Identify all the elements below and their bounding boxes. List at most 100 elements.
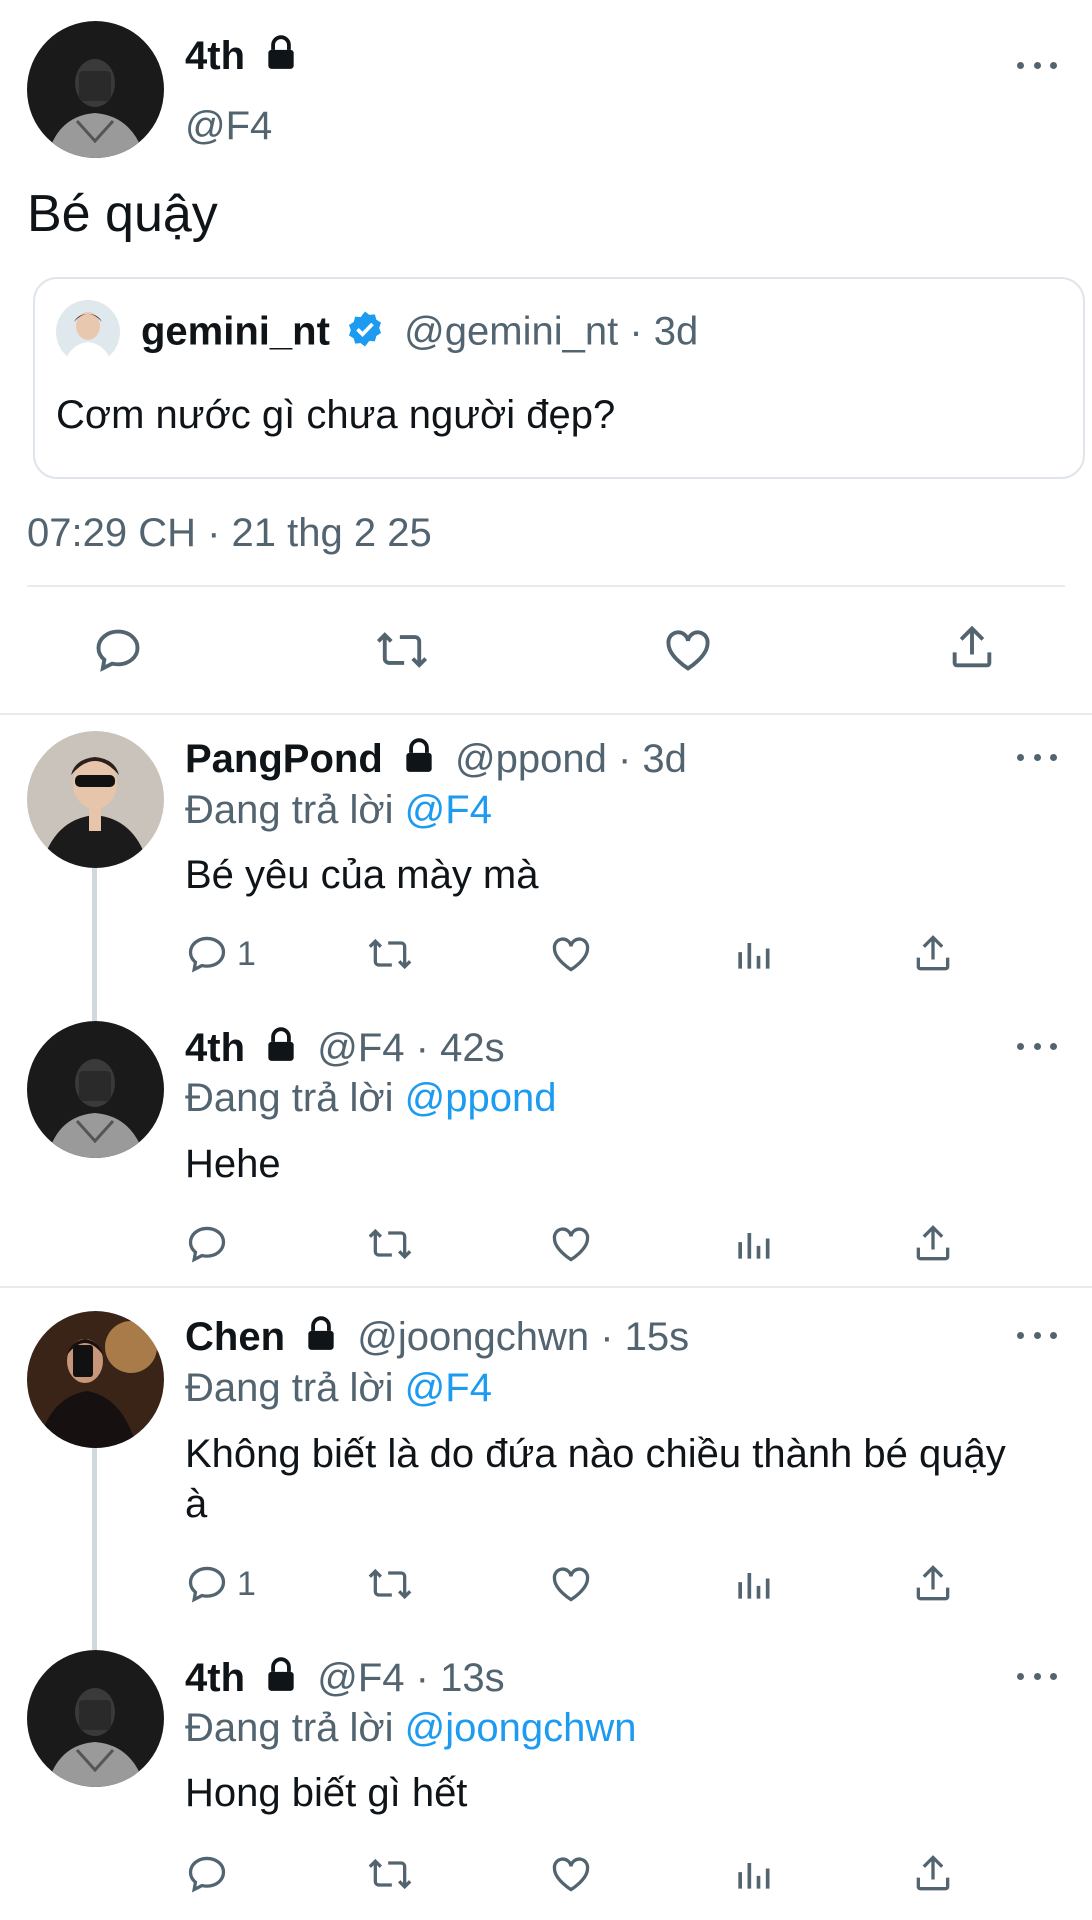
quote-author-row: gemini_nt @gemini_nt · 3d (141, 309, 698, 359)
retweet-button[interactable] (366, 932, 414, 976)
share-button[interactable] (911, 932, 955, 976)
like-button[interactable] (662, 624, 714, 676)
quote-handle-time: @gemini_nt · 3d (404, 309, 699, 354)
share-icon (916, 1565, 950, 1601)
share-icon (916, 1855, 950, 1891)
more-options-button[interactable] (1017, 747, 1057, 767)
replying-to-link[interactable]: @F4 (405, 1366, 492, 1410)
heart-icon (552, 937, 590, 972)
dot (1050, 753, 1057, 761)
avatar[interactable] (27, 731, 164, 868)
views-button[interactable] (731, 932, 775, 976)
avatar[interactable] (27, 1650, 164, 1787)
replying-to-label: Đang trả lời (185, 1076, 405, 1120)
replying-to-link[interactable]: @joongchwn (405, 1706, 637, 1750)
avatar-dark-photo (27, 1650, 164, 1787)
author-handle[interactable]: @F4 (185, 104, 272, 149)
quote-author-name: gemini_nt (141, 309, 330, 354)
avatar-dark-photo (27, 1021, 164, 1158)
views-button[interactable] (731, 1562, 775, 1606)
heart-icon (552, 1567, 590, 1602)
avatar-dark-photo (27, 21, 164, 158)
replying-to-label: Đang trả lời (185, 788, 405, 832)
views-chart-icon (738, 1233, 770, 1259)
reply-text: Không biết là do đứa nào chiều thành bé … (185, 1432, 1006, 1526)
tweet-timestamp: 07:29 CH · 21 thg 2 25 (27, 511, 432, 555)
reply-author-name[interactable]: 4th (185, 1656, 245, 1700)
replying-to-link[interactable]: @F4 (405, 788, 492, 832)
retweet-button[interactable] (374, 624, 430, 676)
avatar-sunglasses-photo (27, 731, 164, 868)
dot (1050, 1331, 1057, 1339)
reply-meta: @F4 · 42s (317, 1026, 505, 1070)
author-name[interactable]: 4th (185, 34, 245, 78)
reply-button[interactable] (185, 1852, 237, 1896)
retweet-icon (376, 632, 428, 668)
reply-name-row: 4th @F4 · 42s (185, 1026, 505, 1074)
reply-icon (188, 1226, 226, 1263)
dot (1033, 1672, 1041, 1680)
avatar-light-photo (56, 300, 120, 364)
dot (1050, 1042, 1057, 1050)
reply-icon (188, 936, 226, 973)
dot (1033, 1331, 1041, 1339)
quote-text: Cơm nước gì chưa người đẹp? (56, 393, 616, 437)
avatar[interactable] (27, 1021, 164, 1158)
retweet-icon (368, 1858, 412, 1890)
replying-to-label: Đang trả lời (185, 1706, 405, 1750)
share-button[interactable] (911, 1222, 955, 1266)
retweet-button[interactable] (366, 1222, 414, 1266)
reply-icon (188, 1856, 226, 1893)
replying-to-link[interactable]: @ppond (405, 1076, 557, 1120)
like-button[interactable] (549, 1562, 593, 1606)
dot (1017, 1042, 1024, 1050)
reply-author-name[interactable]: Chen (185, 1315, 285, 1359)
replying-to: Đang trả lời @joongchwn (185, 1706, 637, 1751)
like-button[interactable] (549, 1852, 593, 1896)
reply-icon (188, 1566, 226, 1603)
thread-line (92, 868, 97, 1021)
share-button[interactable] (911, 1852, 955, 1896)
views-button[interactable] (731, 1852, 775, 1896)
reply-author-name[interactable]: PangPond (185, 737, 383, 781)
reply-button[interactable]: 1 (185, 1562, 256, 1606)
avatar[interactable] (27, 1311, 164, 1448)
retweet-icon (368, 1568, 412, 1600)
heart-icon (666, 630, 710, 671)
reply-meta: @F4 · 13s (317, 1656, 505, 1700)
replying-to: Đang trả lời @ppond (185, 1076, 557, 1121)
reply-text: Bé yêu của mày mà (185, 853, 539, 897)
lock-icon (262, 34, 300, 82)
more-options-button[interactable] (1017, 1325, 1057, 1345)
reply-button[interactable] (185, 1222, 237, 1266)
share-button[interactable] (946, 622, 998, 674)
like-button[interactable] (549, 932, 593, 976)
share-icon (916, 935, 950, 971)
lock-icon (262, 1026, 300, 1074)
reply-icon (96, 629, 140, 672)
reply-author-name[interactable]: 4th (185, 1026, 245, 1070)
avatar[interactable] (27, 21, 164, 158)
author-name-row: 4th (185, 34, 300, 82)
share-button[interactable] (911, 1562, 955, 1606)
retweet-button[interactable] (366, 1562, 414, 1606)
retweet-button[interactable] (366, 1852, 414, 1896)
more-options-button[interactable] (1017, 1036, 1057, 1056)
retweet-icon (368, 1228, 412, 1260)
reply-button[interactable]: 1 (185, 932, 256, 976)
more-options-button[interactable] (1017, 1666, 1057, 1686)
views-button[interactable] (731, 1222, 775, 1266)
section-divider (0, 713, 1092, 715)
reply-meta: @joongchwn · 15s (357, 1315, 690, 1359)
avatar-mirror-selfie-photo (27, 1311, 164, 1448)
quote-tweet-card[interactable]: gemini_nt @gemini_nt · 3d Cơm nước gì ch… (33, 277, 1085, 479)
more-options-button[interactable] (1017, 55, 1057, 75)
replying-to-label: Đang trả lời (185, 1366, 405, 1410)
dot (1017, 1672, 1024, 1680)
reply-button[interactable] (92, 624, 144, 676)
replying-to: Đang trả lời @F4 (185, 788, 492, 833)
like-button[interactable] (549, 1222, 593, 1266)
dot (1033, 1042, 1041, 1050)
reply-name-row: Chen @joongchwn · 15s (185, 1315, 689, 1363)
reply-count: 1 (237, 934, 256, 973)
